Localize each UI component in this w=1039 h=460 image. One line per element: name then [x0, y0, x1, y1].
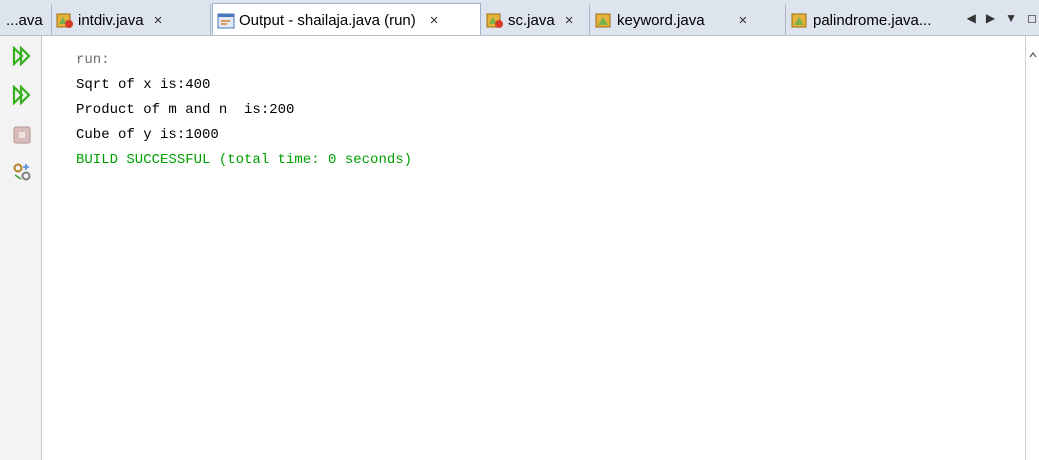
vertical-scrollbar[interactable]	[1025, 36, 1039, 460]
output-toolbar	[0, 36, 42, 460]
run-settings-button[interactable]	[11, 163, 33, 185]
close-icon[interactable]: ×	[565, 12, 574, 29]
java-class-icon	[595, 11, 613, 29]
tab-label: keyword.java	[617, 11, 705, 29]
tab-label: Output - shailaja.java (run)	[239, 12, 416, 29]
tab-navigation: ◀ ▶ ▼ ◻	[967, 4, 1039, 32]
tab-intdiv[interactable]: intdiv.java ×	[52, 4, 211, 35]
java-main-class-icon	[56, 11, 74, 29]
tab-java-truncated[interactable]: ...ava	[0, 4, 52, 35]
output-line: Cube of y is:1000	[76, 127, 219, 143]
rerun-icon	[12, 44, 32, 71]
stop-button[interactable]	[11, 126, 33, 148]
build-status-line: BUILD SUCCESSFUL (total time: 0 seconds)	[76, 152, 413, 168]
scroll-up-icon[interactable]	[1029, 46, 1037, 64]
tab-label: intdiv.java	[78, 11, 144, 29]
scroll-tabs-right-icon[interactable]: ▶	[986, 11, 995, 25]
output-line: Product of m and n is:200	[76, 102, 295, 118]
close-icon[interactable]: ×	[739, 12, 748, 29]
editor-tab-bar: ...ava intdiv.java × Output - shailaja.j…	[0, 0, 1039, 36]
close-icon[interactable]: ×	[430, 12, 439, 29]
output-window-icon	[217, 12, 235, 30]
rerun-with-options-button[interactable]	[11, 83, 33, 110]
output-line-run: run:	[76, 52, 110, 68]
tab-palindrome[interactable]: palindrome.java...	[787, 4, 957, 35]
tab-label: ...ava	[6, 11, 43, 29]
tab-output-shailaja[interactable]: Output - shailaja.java (run) ×	[212, 3, 481, 35]
java-class-icon	[791, 11, 809, 29]
restore-window-icon[interactable]: ◻	[1027, 11, 1037, 25]
output-line: Sqrt of x is:400	[76, 77, 211, 93]
java-main-class-icon	[486, 11, 504, 29]
tab-keyword[interactable]: keyword.java ×	[591, 4, 786, 35]
tab-label: sc.java	[508, 11, 555, 29]
stop-icon	[13, 126, 31, 149]
run-settings-icon	[12, 162, 32, 187]
tab-label: palindrome.java...	[813, 11, 932, 29]
rerun-with-options-icon	[12, 83, 32, 110]
tab-sc[interactable]: sc.java ×	[482, 4, 590, 35]
scroll-tabs-left-icon[interactable]: ◀	[967, 11, 976, 25]
rerun-button[interactable]	[11, 44, 33, 71]
output-console[interactable]: run: Sqrt of x is:400 Product of m and n…	[42, 36, 1025, 460]
close-icon[interactable]: ×	[154, 12, 163, 29]
show-opened-documents-icon[interactable]: ▼	[1005, 11, 1017, 25]
